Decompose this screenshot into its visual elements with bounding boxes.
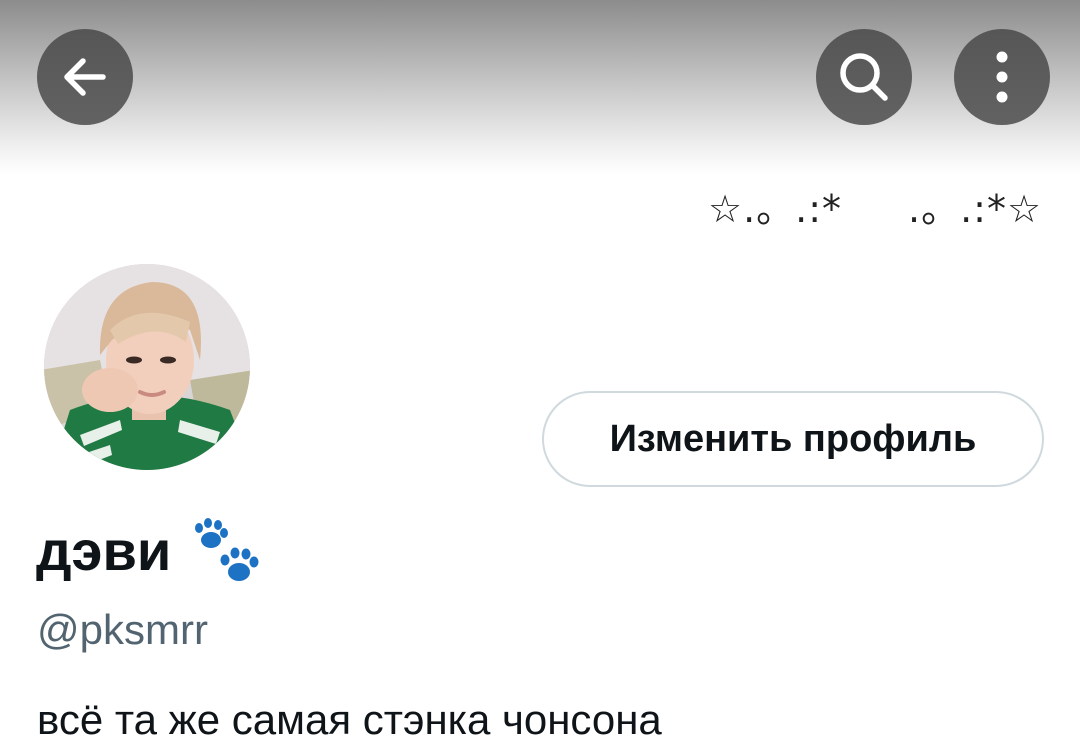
more-options-button[interactable] [954, 29, 1050, 125]
search-button[interactable] [816, 29, 912, 125]
banner-decoration-left: ☆.。.:* [708, 187, 843, 231]
search-icon [840, 53, 888, 101]
avatar-photo [40, 260, 254, 474]
paw-prints-icon [195, 518, 259, 581]
edit-profile-button[interactable]: Изменить профиль [542, 391, 1044, 487]
profile-display-name: дэви [36, 516, 263, 586]
back-button[interactable] [37, 29, 133, 125]
profile-bio: всё та же самая стэнка чонсона [37, 696, 662, 743]
profile-avatar[interactable] [40, 260, 254, 474]
profile-handle: @pksmrr [37, 606, 208, 653]
banner-decoration-right: .。.:*☆ [908, 187, 1043, 231]
profile-banner[interactable]: ☆.。.:* .。.:*☆ [0, 0, 1080, 260]
profile-page: ☆.。.:* .。.:*☆ Изменить профиль дэви @pks… [0, 0, 1080, 753]
more-vertical-icon [996, 51, 1008, 103]
arrow-left-icon [64, 58, 106, 96]
display-name-text: дэви [36, 519, 172, 582]
